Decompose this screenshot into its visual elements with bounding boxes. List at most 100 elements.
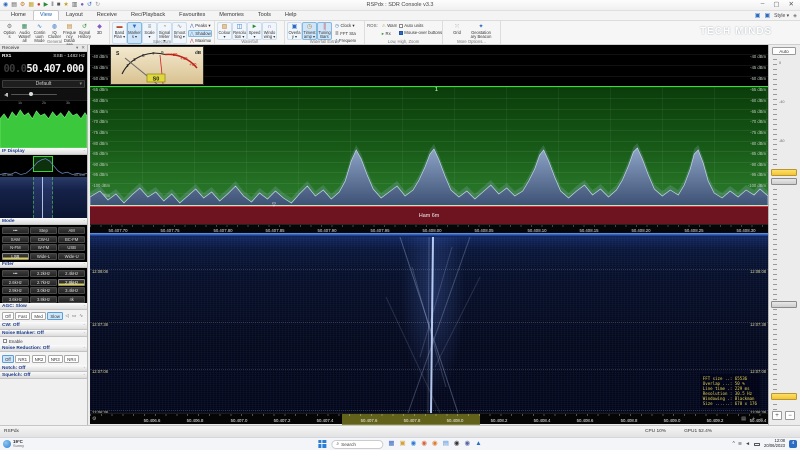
main-waterfall[interactable]: 12:08:08 12:08:08 12:07:38 12:07:38 12:0… — [90, 237, 768, 413]
ribbon-button[interactable]: ║ Tuning Bars — [317, 22, 332, 40]
volume-slider-thumb[interactable] — [29, 92, 33, 96]
spectrum-frequency-axis[interactable]: 50.407.7050.407.7550.407.8050.407.8550.4… — [90, 224, 768, 233]
ribbon-button[interactable]: ◷ Timestamp ▾ — [302, 22, 317, 40]
volume-slider[interactable] — [11, 94, 57, 96]
squelch-panel-header[interactable]: Squelch: Offˆ — [0, 372, 87, 379]
mode-button[interactable]: LSB — [2, 253, 29, 260]
taskbar-app-icon[interactable]: ◉ — [454, 440, 460, 448]
taskbar-app-icon[interactable]: ◉ — [421, 440, 427, 448]
filter-button[interactable]: ••• — [2, 270, 29, 277]
mode-button[interactable]: W-FM — [30, 244, 57, 251]
waterfall-frequency-axis[interactable]: ⚙ 50.406.650.406.850.407.050.407.250.407… — [90, 413, 768, 424]
qat-icon[interactable]: ⚙ — [20, 2, 25, 9]
qat-icon[interactable]: ↻ — [95, 2, 100, 9]
taskbar-app-icon[interactable]: ▤ — [443, 440, 449, 448]
agc-button[interactable]: Slow — [47, 312, 63, 320]
ribbon-button[interactable]: ⁙ Grid — [445, 22, 469, 40]
filter-button[interactable]: 3.0kHz — [30, 287, 57, 294]
close-button[interactable]: ✕ — [789, 0, 794, 8]
spectrum-high-slider-handle[interactable] — [771, 169, 797, 176]
noise-reduction-button[interactable]: NR3 — [48, 355, 63, 363]
ribbon-tab[interactable]: Tools — [251, 10, 278, 20]
ribbon-tab[interactable]: Help — [278, 10, 304, 20]
tray-icon[interactable]: ^ — [733, 441, 735, 447]
layout-panel-icon[interactable]: ▣ — [755, 12, 761, 19]
filter-button[interactable]: 2.7kHz — [30, 279, 57, 286]
noise-reduction-button[interactable]: NR2 — [32, 355, 47, 363]
taskbar-app-icon[interactable]: ◉ — [465, 440, 471, 448]
ribbon-checkbox[interactable]: Mouse-over buttons — [399, 30, 442, 36]
tray-icon[interactable]: ◄ — [745, 441, 750, 447]
mode-button[interactable]: USB — [58, 244, 85, 251]
ribbon-button[interactable]: ◫ Resolution ▾ — [232, 22, 247, 40]
ribbon-tab[interactable]: Receive — [90, 10, 124, 20]
mode-button[interactable]: BC-FM — [58, 236, 85, 243]
ros-button[interactable]: ▸ Rx — [380, 30, 398, 37]
filter-button[interactable]: 2.4kHz — [58, 270, 85, 277]
spectrum-marker-1[interactable]: 1 — [435, 88, 438, 93]
agc-panel-header[interactable]: AGC: Slowˆ — [0, 303, 87, 310]
noise-reduction-button[interactable]: NR1 — [15, 355, 30, 363]
filter-button[interactable]: 2.9kHz — [2, 287, 29, 294]
ribbon-tab[interactable]: Home — [4, 10, 33, 20]
dock-menu-icon[interactable]: ▾ — [76, 45, 78, 51]
ribbon-stack-button[interactable]: ≣ FFT Stats — [333, 30, 357, 37]
if-spectrum[interactable]: 50.400 50.410 — [0, 155, 87, 177]
qat-icon[interactable]: ▥ — [72, 2, 78, 9]
noise-blanker-header[interactable]: Noise Blanker: Offˆ — [0, 330, 87, 337]
mode-panel-header[interactable]: Modeˆ — [0, 218, 87, 225]
filter-button[interactable]: 2.8kHz — [58, 279, 85, 286]
tray-icon[interactable]: ≋ — [738, 441, 742, 447]
mode-button[interactable]: AM — [58, 227, 85, 234]
ribbon-stack-button[interactable]: ◷ Clock ▾ — [333, 22, 357, 29]
ribbon-button[interactable]: ► Speed ▾ — [247, 22, 262, 40]
filter-button[interactable]: 2.2kHz — [30, 270, 57, 277]
weather-widget[interactable]: 19°C Sunny — [0, 440, 120, 449]
noise-reduction-header[interactable]: Noise Reduction: Offˆ — [0, 345, 87, 352]
mode-button[interactable]: CW-U — [30, 236, 57, 243]
tuning-marker[interactable]: ▽ — [272, 202, 276, 208]
zoom-out-icon[interactable]: − — [760, 416, 763, 422]
agc-button[interactable]: Med — [31, 312, 46, 320]
filter-button[interactable]: 3.6kHz — [2, 296, 29, 303]
ribbon-tab[interactable]: Favourites — [172, 10, 212, 20]
audio-spectrum[interactable]: 1k2k3k — [0, 100, 87, 148]
maximize-button[interactable]: ▢ — [773, 0, 779, 8]
strip-zoom-out-button[interactable]: − — [785, 411, 795, 420]
qat-icon[interactable]: ‖ — [51, 2, 53, 9]
ribbon-stack-button[interactable]: ⋀ Peaks ▾ — [188, 22, 212, 29]
mode-button[interactable]: Wide-U — [58, 253, 85, 260]
filter-button[interactable]: 2.6kHz — [2, 279, 29, 286]
pin-icon[interactable]: ◈ — [793, 13, 797, 19]
agc-tool-icon[interactable]: ◁ — [65, 313, 69, 319]
qat-icon[interactable]: ▤ — [11, 2, 17, 9]
frequency-display[interactable]: 00.050.407.000 — [0, 60, 87, 78]
noise-reduction-button[interactable]: NR4 — [64, 355, 79, 363]
mode-button[interactable]: SAM — [2, 236, 29, 243]
ros-button[interactable]: ⚠ Warn — [380, 22, 398, 29]
qat-icon[interactable]: ■ — [57, 2, 61, 9]
agc-tool-icon[interactable]: ∿ — [79, 313, 83, 319]
ribbon-button[interactable]: ∩ Windowing ▾ — [262, 22, 277, 40]
ribbon-button[interactable]: ▧ Colour ▾ — [217, 22, 232, 40]
auto-range-button[interactable]: Auto — [772, 47, 796, 55]
style-dropdown[interactable]: Style ▾ — [774, 13, 789, 19]
taskbar-app-icon[interactable]: ▦ — [388, 440, 394, 448]
ribbon-stack-button[interactable]: ⋀ Shadow — [188, 30, 212, 37]
taskbar-app-icon[interactable]: ▣ — [400, 440, 406, 448]
ribbon-tab[interactable]: Rec/Playback — [124, 10, 172, 20]
mode-button[interactable]: Wide-L — [30, 253, 57, 260]
main-spectrum-display[interactable]: -40 dBm -40 dBm -45 dBm -45 dBm -50 dBm … — [90, 45, 768, 233]
zoom-in-icon[interactable]: + — [752, 416, 755, 422]
notification-badge[interactable]: 4 — [789, 440, 797, 448]
ribbon-tab[interactable]: Layout — [59, 10, 90, 20]
mode-button[interactable]: Step — [30, 227, 57, 234]
preset-dropdown[interactable]: Default ▾ — [2, 80, 85, 88]
agc-tool-icon[interactable]: ▭ — [72, 313, 76, 319]
agc-button[interactable]: Off — [2, 312, 14, 320]
taskbar-clock[interactable]: 12:08 20/06/2023 — [764, 439, 785, 448]
close-panel-icon[interactable]: ✕ — [81, 45, 85, 51]
waterfall-low-slider-handle[interactable] — [771, 393, 797, 400]
ribbon-tab[interactable]: View — [33, 10, 59, 20]
taskbar-app-icon[interactable]: ◉ — [432, 440, 438, 448]
